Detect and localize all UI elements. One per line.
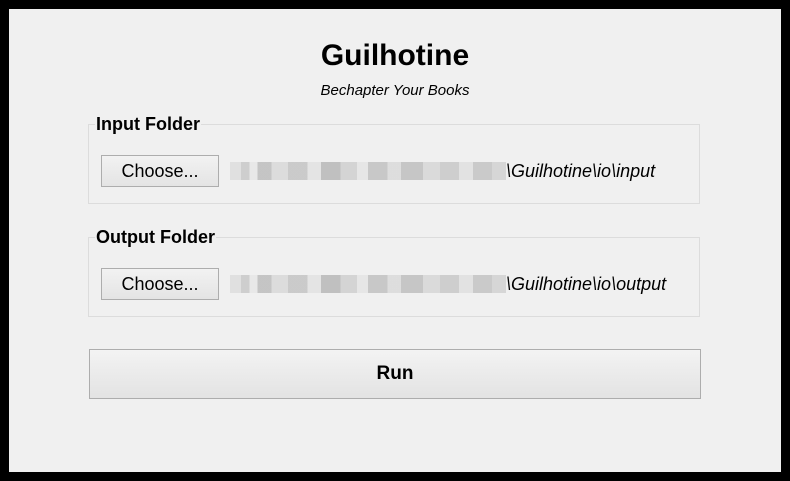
input-path-suffix: \Guilhotine\io\input	[506, 160, 656, 181]
input-folder-path: \Guilhotine\io\input	[230, 155, 655, 187]
app-subtitle: Bechapter Your Books	[320, 82, 470, 99]
output-folder-group: Output Folder Choose... \Guilhotine\io\o…	[88, 226, 700, 317]
input-folder-group: Input Folder Choose... \Guilhotine\io\in…	[88, 113, 700, 204]
output-choose-button[interactable]: Choose...	[101, 268, 219, 300]
app-window: Guilhotine Bechapter Your Books Input Fo…	[9, 9, 781, 472]
app-title: Guilhotine	[320, 39, 470, 72]
redacted-path-prefix	[230, 275, 506, 293]
run-button[interactable]: Run	[89, 349, 701, 399]
redacted-path-prefix	[230, 162, 506, 180]
output-path-suffix: \Guilhotine\io\output	[506, 273, 667, 294]
input-choose-button[interactable]: Choose...	[101, 155, 219, 187]
output-folder-path: \Guilhotine\io\output	[230, 268, 666, 300]
input-folder-label: Input Folder	[95, 113, 201, 135]
output-folder-label: Output Folder	[95, 226, 216, 248]
